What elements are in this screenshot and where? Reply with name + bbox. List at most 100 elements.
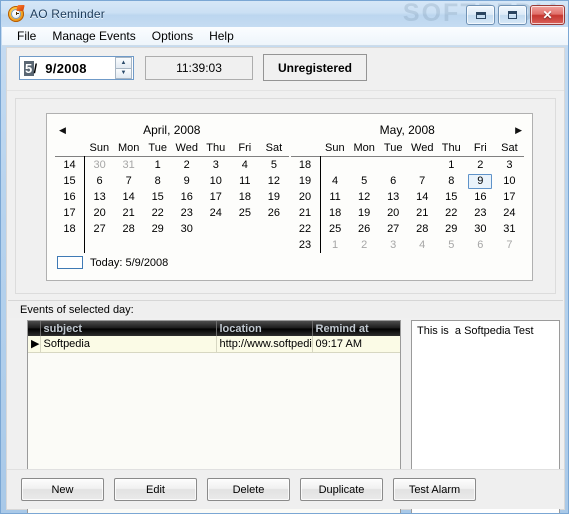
duplicate-button[interactable]: Duplicate bbox=[300, 478, 383, 501]
table-row[interactable]: ▶ Softpedia http://www.softpedia 09:17 AM bbox=[28, 336, 400, 353]
calendar-day-cell[interactable]: 19 bbox=[350, 205, 379, 221]
calendar-day-cell[interactable]: 22 bbox=[437, 205, 466, 221]
calendar-day-cell[interactable]: 20 bbox=[85, 205, 115, 221]
minimize-button[interactable] bbox=[466, 5, 495, 25]
calendar-day-cell[interactable]: 17 bbox=[495, 189, 524, 205]
cell-location[interactable]: http://www.softpedia bbox=[216, 336, 313, 353]
calendar-day-cell[interactable]: 29 bbox=[437, 221, 466, 237]
menu-item-file[interactable]: File bbox=[9, 28, 44, 44]
calendar-day-cell[interactable]: 23 bbox=[466, 205, 495, 221]
next-month-icon[interactable]: ▶ bbox=[515, 124, 522, 136]
date-stepper[interactable]: ▲ ▼ bbox=[115, 57, 132, 79]
menu-item-options[interactable]: Options bbox=[144, 28, 201, 44]
calendar-day-cell[interactable]: 13 bbox=[85, 189, 115, 205]
calendar-day-cell[interactable]: 21 bbox=[408, 205, 437, 221]
calendar-day-cell[interactable]: 4 bbox=[230, 157, 259, 174]
calendar-day-cell[interactable]: 31 bbox=[495, 221, 524, 237]
calendar-day-cell[interactable]: 1 bbox=[437, 157, 466, 174]
stepper-down-icon[interactable]: ▼ bbox=[115, 67, 132, 79]
calendar-day-cell[interactable]: 13 bbox=[379, 189, 408, 205]
calendar-day-cell[interactable]: 9 bbox=[466, 173, 495, 189]
maximize-button[interactable] bbox=[498, 5, 527, 25]
calendar-day-cell[interactable]: 3 bbox=[201, 157, 230, 174]
calendar-day-cell[interactable]: 2 bbox=[350, 237, 379, 253]
calendar-day-cell[interactable]: 14 bbox=[408, 189, 437, 205]
calendar-day-cell[interactable]: 16 bbox=[172, 189, 201, 205]
prev-month-icon[interactable]: ◀ bbox=[59, 124, 66, 136]
calendar-day-cell[interactable]: 5 bbox=[437, 237, 466, 253]
calendar-day-cell[interactable]: 15 bbox=[437, 189, 466, 205]
calendar-day-cell[interactable]: 27 bbox=[379, 221, 408, 237]
cell-subject[interactable]: Softpedia bbox=[40, 336, 217, 353]
calendar-day-cell[interactable]: 8 bbox=[143, 173, 172, 189]
calendar-control[interactable]: ◀ April, 2008 Sun Mon Tue Wed Thu Fri Sa… bbox=[46, 113, 533, 281]
today-indicator[interactable]: Today: 5/9/2008 bbox=[47, 253, 532, 269]
calendar-day-cell[interactable]: 5 bbox=[259, 157, 288, 174]
calendar-day-cell[interactable]: 9 bbox=[172, 173, 201, 189]
calendar-day-cell[interactable]: 2 bbox=[172, 157, 201, 174]
selected-day[interactable]: 9 bbox=[468, 173, 493, 189]
calendar-day-cell[interactable]: 6 bbox=[466, 237, 495, 253]
calendar-day-cell[interactable]: 31 bbox=[114, 157, 143, 174]
calendar-day-cell[interactable]: 20 bbox=[379, 205, 408, 221]
calendar-day-cell[interactable]: 10 bbox=[495, 173, 524, 189]
registration-status[interactable]: Unregistered bbox=[263, 54, 367, 81]
test-alarm-button[interactable]: Test Alarm bbox=[393, 478, 476, 501]
calendar-day-cell[interactable]: 25 bbox=[320, 221, 350, 237]
edit-button[interactable]: Edit bbox=[114, 478, 197, 501]
calendar-day-cell[interactable]: 27 bbox=[85, 221, 115, 237]
calendar-day-cell[interactable]: 2 bbox=[466, 157, 495, 174]
calendar-day-cell[interactable]: 26 bbox=[259, 205, 288, 221]
calendar-day-cell[interactable]: 4 bbox=[320, 173, 350, 189]
calendar-day-cell[interactable]: 23 bbox=[172, 205, 201, 221]
new-button[interactable]: New bbox=[21, 478, 104, 501]
calendar-day-cell[interactable]: 28 bbox=[408, 221, 437, 237]
column-header-subject[interactable]: subject bbox=[40, 321, 217, 336]
calendar-day-cell[interactable]: 4 bbox=[408, 237, 437, 253]
column-header-location[interactable]: location bbox=[216, 321, 313, 336]
menu-item-help[interactable]: Help bbox=[201, 28, 242, 44]
calendar-day-cell[interactable]: 10 bbox=[201, 173, 230, 189]
calendar-day-cell[interactable]: 1 bbox=[143, 157, 172, 174]
calendar-day-cell[interactable]: 18 bbox=[320, 205, 350, 221]
calendar-day-cell[interactable]: 14 bbox=[114, 189, 143, 205]
calendar-day-cell[interactable]: 19 bbox=[259, 189, 288, 205]
calendar-day-cell[interactable]: 7 bbox=[495, 237, 524, 253]
date-input[interactable]: 5/ 9/2008 ▲ ▼ bbox=[19, 56, 134, 80]
calendar-day-cell[interactable]: 25 bbox=[230, 205, 259, 221]
calendar-day-cell[interactable]: 18 bbox=[230, 189, 259, 205]
close-button[interactable]: ✕ bbox=[530, 5, 565, 25]
calendar-day-cell[interactable]: 7 bbox=[408, 173, 437, 189]
calendar-day-cell[interactable]: 11 bbox=[320, 189, 350, 205]
date-selected-segment[interactable]: 5 bbox=[24, 60, 34, 76]
calendar-day-cell[interactable]: 5 bbox=[350, 173, 379, 189]
calendar-day-cell[interactable]: 3 bbox=[379, 237, 408, 253]
calendar-day-cell[interactable]: 15 bbox=[143, 189, 172, 205]
calendar-day-cell[interactable]: 16 bbox=[466, 189, 495, 205]
calendar-day-cell[interactable]: 24 bbox=[201, 205, 230, 221]
calendar-day-cell[interactable]: 7 bbox=[114, 173, 143, 189]
calendar-day-cell[interactable]: 21 bbox=[114, 205, 143, 221]
calendar-day-cell[interactable]: 30 bbox=[85, 157, 115, 174]
calendar-day-cell[interactable]: 3 bbox=[495, 157, 524, 174]
calendar-day-cell[interactable]: 6 bbox=[85, 173, 115, 189]
calendar-day-cell[interactable]: 26 bbox=[350, 221, 379, 237]
calendar-day-cell[interactable]: 1 bbox=[320, 237, 350, 253]
calendar-day-cell[interactable]: 29 bbox=[143, 221, 172, 237]
cell-remind-at[interactable]: 09:17 AM bbox=[312, 336, 400, 353]
menu-item-manage-events[interactable]: Manage Events bbox=[44, 28, 143, 44]
delete-button[interactable]: Delete bbox=[207, 478, 290, 501]
calendar-day-cell[interactable]: 28 bbox=[114, 221, 143, 237]
calendar-day-cell[interactable]: 17 bbox=[201, 189, 230, 205]
calendar-day-cell[interactable]: 12 bbox=[350, 189, 379, 205]
calendar-day-cell[interactable]: 6 bbox=[379, 173, 408, 189]
calendar-day-cell[interactable]: 12 bbox=[259, 173, 288, 189]
stepper-up-icon[interactable]: ▲ bbox=[115, 57, 132, 68]
calendar-day-cell[interactable]: 22 bbox=[143, 205, 172, 221]
calendar-day-cell[interactable]: 11 bbox=[230, 173, 259, 189]
calendar-day-cell[interactable]: 8 bbox=[437, 173, 466, 189]
calendar-day-cell[interactable]: 30 bbox=[172, 221, 201, 237]
calendar-day-cell[interactable]: 30 bbox=[466, 221, 495, 237]
calendar-day-cell[interactable]: 24 bbox=[495, 205, 524, 221]
column-header-remind-at[interactable]: Remind at bbox=[312, 321, 400, 336]
